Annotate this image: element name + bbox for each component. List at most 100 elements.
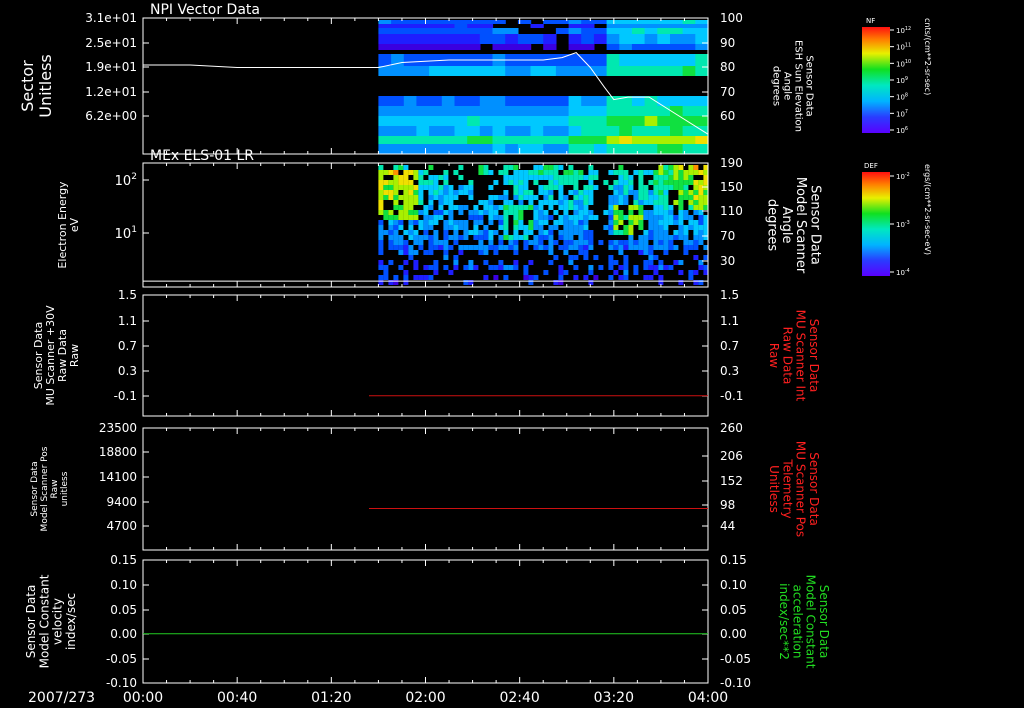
right-tick-label: -0.10 [720,676,751,690]
heatmap-cell [606,126,620,136]
left-axis-label: Sensor DataModel Constantvelocityindex/s… [24,574,78,668]
heatmap-cell [581,106,595,116]
left-axis-label: Sensor DataMU Scanner +30VRaw DataRaw [32,305,81,406]
heatmap-cell [383,275,389,280]
heatmap-cell [588,270,594,275]
heatmap-cell [683,230,689,235]
heatmap-cell [433,260,439,265]
heatmap-cell [458,205,464,210]
colorbar-def: DEF ergs/(cm**2-sr-sec-eV) 10-2 10-3 10-4 [862,162,932,277]
heatmap-cell [518,210,524,215]
heatmap-cell [583,215,589,220]
heatmap-cell [638,175,644,180]
heatmap-cell [428,180,434,185]
heatmap-cell [428,265,434,270]
heatmap-cell [631,144,646,154]
heatmap-cell [428,225,434,230]
heatmap-cell [523,265,529,270]
heatmap-cell [618,245,624,250]
heatmap-cell [573,245,579,250]
heatmap-cell [658,245,664,250]
left-tick-label: 0.7 [118,339,137,353]
heatmap-cell [530,96,544,106]
heatmap-cell [513,260,519,265]
heatmap-cell [558,275,564,280]
heatmap-cell [648,230,654,235]
heatmap-cell [517,96,532,106]
heatmap-cell [568,200,574,205]
heatmap-cell [443,175,449,180]
heatmap-cell [558,235,564,240]
heatmap-cell [668,180,674,185]
heatmap-cell [631,54,646,66]
heatmap-cell [528,170,534,175]
heatmap-cell [563,170,569,175]
heatmap-cell [398,240,404,245]
heatmap-cell [478,215,484,220]
heatmap-cell [657,44,671,50]
heatmap-cell [583,235,589,240]
heatmap-cell [488,210,494,215]
heatmap-cell [695,24,709,28]
heatmap-cell [613,270,619,275]
heatmap-cell [492,96,506,106]
heatmap-cell [670,34,684,44]
heatmap-cell [657,144,671,154]
heatmap-cell [695,20,709,24]
heatmap-cell [488,200,494,205]
heatmap-cell [608,240,614,245]
heatmap-cell [443,225,449,230]
heatmap-cell [563,195,569,200]
heatmap-cell [633,200,639,205]
heatmap-cell [523,190,529,195]
heatmap-cell [670,20,684,24]
heatmap-cell [483,225,489,230]
heatmap-cell [413,190,419,195]
heatmap-cell [413,235,419,240]
heatmap-cell [408,185,414,190]
heatmap-cell [663,195,669,200]
heatmap-cell [606,96,620,106]
heatmap-cell [608,205,614,210]
heatmap-cell [623,245,629,250]
heatmap-cell [393,200,399,205]
heatmap-cell [533,180,539,185]
heatmap-cell [416,34,430,44]
heatmap-cell [543,185,549,190]
heatmap-cell [383,215,389,220]
heatmap-cell [433,240,439,245]
heatmap-cell [588,265,594,270]
heatmap-cell [693,205,699,210]
heatmap-cell [683,190,689,195]
heatmap-cell [513,205,519,210]
heatmap-cell [503,215,509,220]
heatmap-cell [518,215,524,220]
heatmap-cell [578,240,584,245]
heatmap-cell [678,205,684,210]
heatmap-cell [568,255,574,260]
heatmap-cell [479,136,494,144]
heatmap-cell [593,54,608,66]
heatmap-cell [423,265,429,270]
heatmap-cell [503,235,509,240]
heatmap-cell [678,170,684,175]
heatmap-cell [583,185,589,190]
heatmap-cell [418,225,424,230]
heatmap-cell [533,245,539,250]
heatmap-cell [454,28,468,34]
heatmap-cell [568,126,582,136]
heatmap-cell [682,126,696,136]
heatmap-cell [403,28,418,34]
heatmap-cell [658,205,664,210]
heatmap-cell [563,270,569,275]
heatmap-cell [670,44,684,50]
heatmap-cell [423,275,429,280]
heatmap-cell [633,240,639,245]
heatmap-cell [573,175,579,180]
heatmap-cell [393,235,399,240]
heatmap-cell [498,195,504,200]
heatmap-cell [573,255,579,260]
heatmap-cell [443,190,449,195]
heatmap-cell [458,175,464,180]
heatmap-cell [653,255,659,260]
